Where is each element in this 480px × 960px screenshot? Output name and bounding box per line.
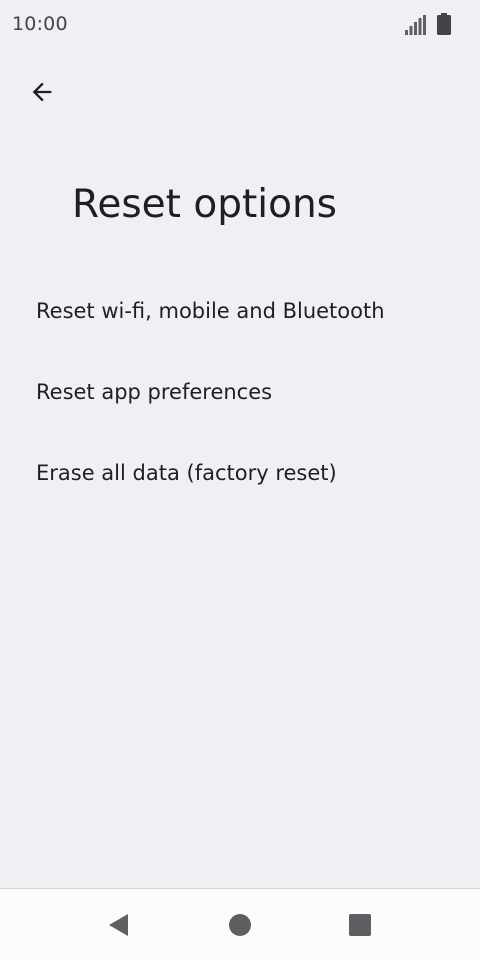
nav-home-icon (229, 914, 251, 936)
page-title: Reset options (72, 182, 337, 227)
nav-back-icon (109, 914, 128, 936)
nav-recents-icon (349, 914, 371, 936)
nav-recents-button[interactable] (338, 903, 382, 947)
option-label: Reset app preferences (36, 379, 273, 404)
arrow-left-icon (32, 82, 52, 102)
back-button[interactable] (18, 68, 66, 116)
option-label: Erase all data (factory reset) (36, 460, 337, 485)
option-factory-reset[interactable]: Erase all data (factory reset) (0, 432, 480, 513)
navigation-bar (0, 888, 480, 960)
battery-icon (437, 13, 451, 35)
options-list: Reset wi-fi, mobile and Bluetooth Reset … (0, 270, 480, 513)
status-time: 10:00 (12, 13, 68, 35)
option-reset-app-preferences[interactable]: Reset app preferences (0, 351, 480, 432)
nav-home-button[interactable] (218, 903, 262, 947)
option-reset-network[interactable]: Reset wi-fi, mobile and Bluetooth (0, 270, 480, 351)
nav-back-button[interactable] (97, 903, 141, 947)
option-label: Reset wi-fi, mobile and Bluetooth (36, 298, 385, 323)
status-bar: 10:00 (0, 0, 480, 50)
signal-icon (405, 15, 426, 35)
